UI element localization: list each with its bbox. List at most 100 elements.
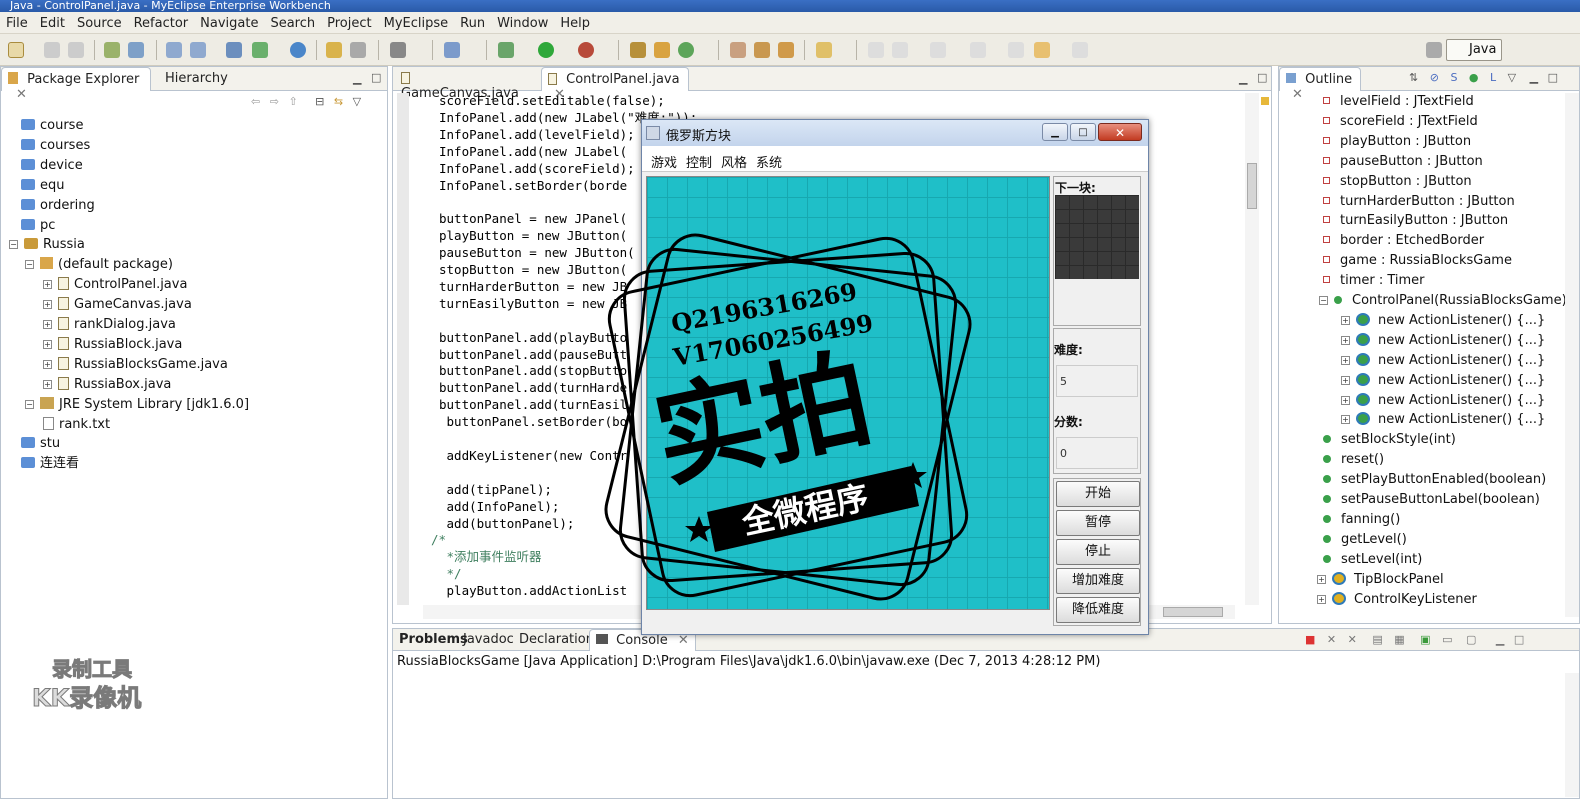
- remove-launch-icon[interactable]: ✕: [1327, 633, 1336, 646]
- menu-item-myeclipse[interactable]: MyEclipse: [378, 12, 455, 31]
- menu-item-help[interactable]: Help: [554, 12, 596, 31]
- code-line[interactable]: InfoPanel.add(new JLabel(: [439, 143, 627, 160]
- code-line[interactable]: scoreField.setEditable(false);: [439, 92, 665, 109]
- game-board[interactable]: [646, 176, 1050, 610]
- minimize-icon[interactable]: ▁: [353, 72, 361, 85]
- new-class-icon[interactable]: [678, 42, 694, 58]
- outline-item[interactable]: setPauseButtonLabel(boolean): [1323, 491, 1540, 509]
- code-line[interactable]: playButton.addActionList: [439, 582, 628, 599]
- next-annotation-icon[interactable]: [930, 42, 946, 58]
- terminal-icon[interactable]: [390, 42, 406, 58]
- code-line[interactable]: buttonPanel.add(stopButto: [439, 362, 627, 379]
- open-folder-icon[interactable]: [326, 42, 342, 58]
- code-line[interactable]: addKeyListener(new Contr: [439, 447, 628, 464]
- expand-toggle-icon[interactable]: −: [25, 260, 34, 270]
- outline-item[interactable]: + new ActionListener() {...}: [1341, 411, 1545, 429]
- pin-icon[interactable]: [754, 42, 770, 58]
- code-line[interactable]: buttonPanel.setBorder(bo: [439, 413, 628, 430]
- outline-item[interactable]: game : RussiaBlocksGame: [1323, 252, 1512, 270]
- menu-item-source[interactable]: Source: [71, 12, 128, 31]
- remove-all-icon[interactable]: ✕: [1348, 633, 1357, 646]
- save-all-icon[interactable]: [68, 42, 84, 58]
- expand-toggle-icon[interactable]: −: [9, 240, 18, 250]
- game-title-bar[interactable]: 俄罗斯方块 ▁ □ ✕: [642, 120, 1148, 146]
- close-button[interactable]: ✕: [1098, 123, 1142, 141]
- tree-item-gamecanvas-java[interactable]: + GameCanvas.java: [43, 296, 192, 314]
- tree-item-rank-txt[interactable]: rank.txt: [43, 416, 110, 434]
- outline-item[interactable]: + new ActionListener() {...}: [1341, 372, 1545, 390]
- start-button[interactable]: 开始: [1056, 481, 1140, 507]
- expand-toggle-icon[interactable]: +: [43, 300, 52, 310]
- console-scrollbar[interactable]: [1565, 673, 1579, 797]
- tree-item-rankdialog-java[interactable]: + rankDialog.java: [43, 316, 176, 334]
- forward-icon[interactable]: [1072, 42, 1088, 58]
- outline-item[interactable]: + ControlKeyListener: [1317, 591, 1477, 609]
- view-menu-icon[interactable]: ▽: [1508, 71, 1516, 84]
- outline-item[interactable]: − ControlPanel(RussiaBlocksGame): [1319, 292, 1567, 310]
- code-line[interactable]: *添加事件监听器: [439, 548, 542, 565]
- code-line[interactable]: InfoPanel.setBorder(borde: [439, 177, 627, 194]
- code-line[interactable]: turnHarderButton = new JB: [439, 278, 627, 295]
- expand-toggle-icon[interactable]: +: [1341, 375, 1350, 385]
- outline-item[interactable]: + new ActionListener() {...}: [1341, 312, 1545, 330]
- code-line[interactable]: add(InfoPanel);: [439, 498, 560, 515]
- tab-gamecanvas[interactable]: GameCanvas.java: [395, 67, 535, 101]
- save-icon[interactable]: [44, 42, 60, 58]
- expand-toggle-icon[interactable]: +: [43, 379, 52, 389]
- database-icon[interactable]: [350, 42, 366, 58]
- tree-item-controlpanel-java[interactable]: + ControlPanel.java: [43, 276, 187, 294]
- game-window[interactable]: 俄罗斯方块 ▁ □ ✕ 游戏 控制 风格 系统 下一块: 难度: 5 分数: 0 开始…: [641, 119, 1149, 635]
- expand-toggle-icon[interactable]: +: [43, 339, 52, 349]
- outline-item[interactable]: setLevel(int): [1323, 551, 1422, 569]
- expand-toggle-icon[interactable]: +: [1341, 335, 1350, 345]
- tree-item-course[interactable]: course: [21, 117, 83, 135]
- warning-marker-icon[interactable]: [1261, 97, 1269, 105]
- close-icon[interactable]: ✕: [1292, 87, 1303, 102]
- tree-item-russia[interactable]: − Russia: [9, 236, 85, 254]
- expand-toggle-icon[interactable]: +: [1341, 315, 1350, 325]
- expand-toggle-icon[interactable]: −: [25, 399, 34, 409]
- menu-item-refactor[interactable]: Refactor: [128, 12, 195, 31]
- editor-vertical-scrollbar[interactable]: [1245, 93, 1259, 605]
- stop-button[interactable]: 停止: [1056, 539, 1140, 565]
- globe-icon[interactable]: [290, 42, 306, 58]
- clear-console-icon[interactable]: ▤: [1372, 633, 1382, 646]
- outline-item[interactable]: pauseButton : JButton: [1323, 153, 1483, 171]
- hide-local-types-icon[interactable]: L: [1490, 71, 1496, 84]
- h-scroll-thumb[interactable]: [1163, 607, 1223, 617]
- outline-item[interactable]: turnEasilyButton : JButton: [1323, 212, 1508, 230]
- game-menu-item[interactable]: 控制: [677, 146, 712, 171]
- tab-declaration[interactable]: Declaration: [513, 629, 600, 651]
- code-line[interactable]: playButton = new JButton(: [439, 227, 627, 244]
- outline-item[interactable]: playButton : JButton: [1323, 133, 1471, 151]
- web-icon[interactable]: [226, 42, 242, 58]
- menu-item-run[interactable]: Run: [454, 12, 491, 31]
- build-icon[interactable]: [104, 42, 120, 58]
- code-line[interactable]: add(tipPanel);: [439, 481, 552, 498]
- outline-item[interactable]: + new ActionListener() {...}: [1341, 332, 1545, 350]
- menu-item-project[interactable]: Project: [321, 12, 377, 31]
- terminate-icon[interactable]: ■: [1305, 633, 1315, 646]
- tree-item-russiablock-java[interactable]: + RussiaBlock.java: [43, 336, 182, 354]
- pause-button[interactable]: 暂停: [1056, 510, 1140, 536]
- tree-item-stu[interactable]: stu: [21, 435, 60, 453]
- code-line[interactable]: /*: [431, 531, 446, 548]
- close-icon[interactable]: ✕: [678, 633, 689, 648]
- expand-toggle-icon[interactable]: +: [1317, 594, 1326, 604]
- minimize-button[interactable]: ▁: [1042, 123, 1068, 141]
- open-resource-icon[interactable]: [816, 42, 832, 58]
- toggle-mark-icon[interactable]: [892, 42, 908, 58]
- outline-item[interactable]: + new ActionListener() {...}: [1341, 392, 1545, 410]
- deploy-icon[interactable]: [166, 42, 182, 58]
- search-icon[interactable]: [190, 42, 206, 58]
- hide-static-icon[interactable]: S: [1450, 71, 1457, 84]
- tree-item-pc[interactable]: pc: [21, 217, 55, 235]
- outline-item[interactable]: stopButton : JButton: [1323, 173, 1472, 191]
- collapse-all-icon[interactable]: ⊟: [315, 95, 324, 108]
- outline-scrollbar[interactable]: [1565, 93, 1579, 617]
- last-edit-icon[interactable]: [1008, 42, 1024, 58]
- java-perspective-button[interactable]: Java: [1446, 39, 1502, 61]
- outline-item[interactable]: + new ActionListener() {...}: [1341, 352, 1545, 370]
- tree-item-equ[interactable]: equ: [21, 177, 65, 195]
- server-icon[interactable]: [128, 42, 144, 58]
